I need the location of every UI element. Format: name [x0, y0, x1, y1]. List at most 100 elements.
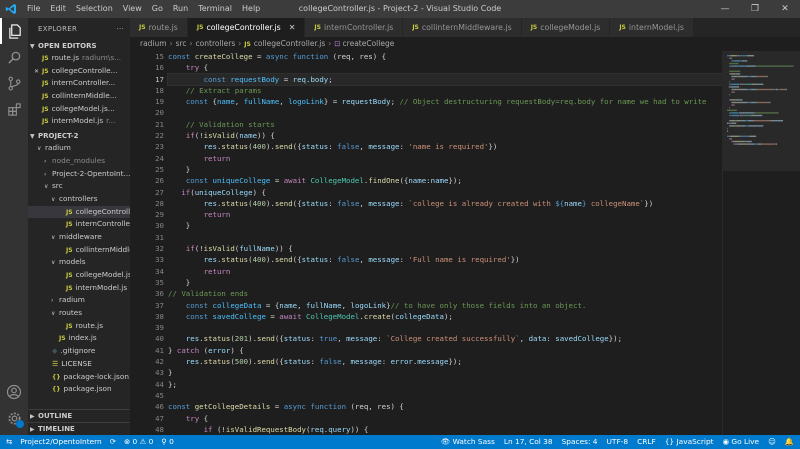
code-editor[interactable]: 15 16 17 18 19 20 21 22 23 24 25 26 27 28 29 30 31 32 33 34…	[130, 51, 722, 435]
ports-item[interactable]: ⚲ 0	[161, 435, 173, 449]
bell-icon[interactable]: 🔔	[785, 435, 794, 449]
minimize-icon[interactable]: —	[710, 0, 740, 18]
code-line[interactable]: return	[168, 209, 722, 220]
tree-folder[interactable]: ∨ models	[28, 256, 130, 269]
tree-folder[interactable]: › Project-2-OpentoInt...	[28, 168, 130, 181]
tree-folder[interactable]: › radium	[28, 294, 130, 307]
menu-run[interactable]: Run	[168, 0, 193, 18]
code-line[interactable]: const requestBody = req.body;	[167, 72, 722, 86]
menu-selection[interactable]: Selection	[71, 0, 118, 18]
tree-file[interactable]: JScollinternMiddle...	[28, 244, 130, 257]
tab-route[interactable]: JS route.js	[130, 18, 188, 37]
code-line[interactable]	[168, 390, 722, 401]
tree-file[interactable]: {} package.json	[28, 383, 130, 396]
code-line[interactable]: try {	[168, 62, 722, 73]
remote-icon[interactable]: ⇆	[6, 435, 12, 449]
code-line[interactable]	[168, 232, 722, 243]
code-line[interactable]: if(!isValid(fullName)) {	[168, 243, 722, 254]
line-ending[interactable]: CRLF	[637, 435, 656, 449]
tab-collegecontroller[interactable]: JS collegeController.js ✕	[187, 18, 306, 37]
sync-icon[interactable]: ⟳	[110, 435, 116, 449]
close-tab-icon[interactable]: ✕	[289, 18, 296, 37]
tree-file[interactable]: JSinternController.js	[28, 218, 130, 231]
code-line[interactable]: res.status(400).send({status: false, mes…	[168, 198, 722, 209]
code-line[interactable]: }	[168, 220, 722, 231]
code-line[interactable]: const savedCollege = await CollegeModel.…	[168, 311, 722, 322]
code-line[interactable]	[168, 107, 722, 118]
timeline-header[interactable]: ▶ TIMELINE	[28, 422, 130, 435]
menu-view[interactable]: View	[118, 0, 147, 18]
tree-file[interactable]: JS index.js	[28, 332, 130, 345]
tree-file[interactable]: {} package-lock.json	[28, 371, 130, 384]
open-editor-item[interactable]: JS collegeModel.js...	[28, 103, 130, 116]
code-line[interactable]: }	[168, 367, 722, 378]
source-control-icon[interactable]	[0, 70, 28, 96]
breadcrumb-item[interactable]: collegeController.js	[254, 39, 325, 48]
open-editor-item[interactable]: JS collinternMiddle...	[28, 90, 130, 103]
open-editor-item[interactable]: JS internModel.js r...	[28, 115, 130, 128]
tree-folder[interactable]: ∨ routes	[28, 307, 130, 320]
files-icon[interactable]	[0, 18, 28, 44]
tree-file[interactable]: ◆ .gitignore	[28, 345, 130, 358]
cursor-position[interactable]: Ln 17, Col 38	[504, 435, 553, 449]
tab-collinternmiddleware[interactable]: JS collinternMiddleware.js	[403, 18, 522, 37]
outline-header[interactable]: ▶ OUTLINE	[28, 409, 130, 422]
encoding[interactable]: UTF-8	[607, 435, 629, 449]
open-editor-item[interactable]: JS internController...	[28, 77, 130, 90]
code-line[interactable]: const {name, fullName, logoLink} = reque…	[168, 96, 722, 107]
breadcrumb-item[interactable]: radium	[140, 39, 167, 48]
code-line[interactable]: } catch (error) {	[168, 345, 722, 356]
tree-file[interactable]: JS collegeModel.js	[28, 269, 130, 282]
problems-item[interactable]: ⊗ 0 ⚠ 0	[124, 435, 153, 449]
code-line[interactable]: }	[168, 277, 722, 288]
code-line[interactable]: if(uniqueCollege) {	[168, 187, 722, 198]
tree-file[interactable]: ☰ LICENSE	[28, 358, 130, 371]
go-live-item[interactable]: ◉ Go Live	[723, 435, 760, 449]
minimap-slider[interactable]	[723, 51, 800, 171]
tree-file[interactable]: JS route.js	[28, 320, 130, 333]
close-icon[interactable]: ✕	[770, 0, 800, 18]
extensions-icon[interactable]	[0, 96, 28, 122]
code-line[interactable]: try {	[168, 413, 722, 424]
tree-folder[interactable]: › node_modules	[28, 155, 130, 168]
account-icon[interactable]	[0, 379, 28, 405]
code-area[interactable]: const createCollege = async function (re…	[167, 51, 722, 435]
code-line[interactable]: // Validation ends	[168, 288, 722, 299]
indentation[interactable]: Spaces: 4	[562, 435, 598, 449]
close-editor-icon[interactable]: ✕	[34, 66, 42, 78]
tree-file[interactable]: JS internModel.js	[28, 282, 130, 295]
branch-item[interactable]: Project2/OpentoIntern	[20, 435, 102, 449]
breadcrumb-item[interactable]: src	[176, 39, 187, 48]
menu-go[interactable]: Go	[147, 0, 168, 18]
open-editor-item[interactable]: ✕ JS collegeControlle...	[28, 65, 130, 78]
code-line[interactable]: };	[168, 379, 722, 390]
code-line[interactable]: res.status(500).send({status: false, mes…	[168, 356, 722, 367]
watch-sass-item[interactable]: 👁 Watch Sass	[441, 435, 495, 449]
search-icon[interactable]	[0, 44, 28, 70]
code-line[interactable]: const collegeData = {name, fullName, log…	[168, 300, 722, 311]
menu-help[interactable]: Help	[237, 0, 265, 18]
breadcrumb-item[interactable]: createCollege	[343, 39, 395, 48]
code-line[interactable]: if(!isValid(name)) {	[168, 130, 722, 141]
code-line[interactable]: // Extract params	[168, 85, 722, 96]
code-line[interactable]: // Validation starts	[168, 119, 722, 130]
tab-internmodel[interactable]: JS internModel.js	[610, 18, 694, 37]
tree-folder[interactable]: ∨ src	[28, 180, 130, 193]
menu-file[interactable]: File	[22, 0, 45, 18]
code-line[interactable]: const createCollege = async function (re…	[168, 51, 722, 62]
tree-folder[interactable]: ∨ controllers	[28, 193, 130, 206]
feedback-icon[interactable]: ☺	[768, 435, 776, 449]
code-line[interactable]: const uniqueCollege = await CollegeModel…	[168, 175, 722, 186]
tab-interncontroller[interactable]: JS internController.js	[305, 18, 404, 37]
code-line[interactable]: res.status(400).send({status: false, mes…	[168, 141, 722, 152]
restore-icon[interactable]: ❐	[740, 0, 770, 18]
project-header[interactable]: ▼ PROJECT-2	[28, 130, 130, 142]
code-line[interactable]: }	[168, 164, 722, 175]
gear-icon[interactable]	[0, 405, 28, 431]
code-line[interactable]: return	[168, 153, 722, 164]
tab-collegemodel[interactable]: JS collegeModel.js	[521, 18, 611, 37]
tree-folder[interactable]: ∨ middleware	[28, 231, 130, 244]
code-line[interactable]: const getCollegeDetails = async function…	[168, 401, 722, 412]
code-line[interactable]: if (!isValidRequestBody(req.query)) {	[168, 424, 722, 435]
code-line[interactable]: res.status(400).send({status: false, mes…	[168, 254, 722, 265]
